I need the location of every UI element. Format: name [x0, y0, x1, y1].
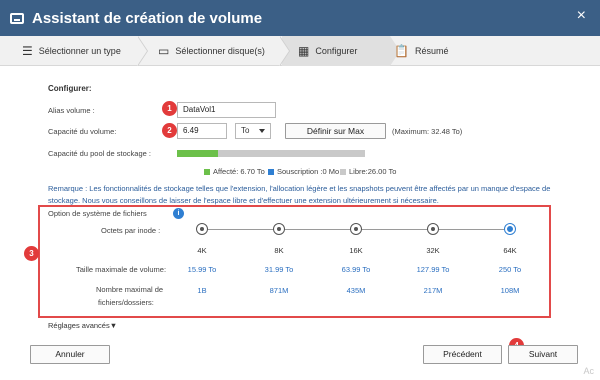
close-icon[interactable]: × — [577, 8, 586, 24]
radio-inode-4k[interactable] — [196, 223, 208, 235]
set-max-button[interactable]: Définir sur Max — [285, 123, 386, 139]
legend-label: Souscription :0 Mo — [277, 167, 340, 176]
inode-value: 64K — [503, 246, 517, 255]
max-volume-value: 31.99 To — [264, 265, 294, 274]
inode-value: 4K — [197, 246, 207, 255]
step-label: Sélectionner disque(s) — [175, 46, 265, 56]
max-volume-value: 127.99 To — [416, 265, 450, 274]
max-files-value: 1B — [197, 286, 207, 295]
legend-free: Libre:26.00 To — [340, 167, 396, 176]
cancel-button[interactable]: Annuler — [30, 345, 110, 364]
capacity-label: Capacité du volume: — [48, 127, 117, 136]
callout-badge-1: 1 — [162, 101, 177, 116]
advanced-settings-toggle[interactable]: Réglages avancés▼ — [48, 321, 117, 330]
step-select-type: ☰ Sélectionner un type — [22, 36, 121, 66]
max-volume-value: 15.99 To — [187, 265, 217, 274]
callout-badge-2: 2 — [162, 123, 177, 138]
inode-value: 16K — [349, 246, 363, 255]
max-files-value: 435M — [346, 286, 366, 295]
clipboard-icon: 📋 — [394, 44, 409, 58]
step-configure: ▦ Configurer — [282, 36, 390, 66]
unit-select[interactable]: To — [235, 123, 271, 139]
max-volume-label: Taille maximale de volume: — [76, 265, 167, 274]
capacity-input[interactable]: 6.49 — [177, 123, 227, 139]
radio-inode-64k[interactable] — [504, 223, 516, 235]
max-files-label-2: fichiers/dossiers: — [98, 298, 154, 307]
legend-label: Affecté: 6.70 To — [213, 167, 265, 176]
max-files-value: 217M — [423, 286, 443, 295]
step-label: Sélectionner un type — [38, 46, 121, 56]
legend-swatch — [204, 168, 210, 175]
step-select-disks: ▭ Sélectionner disque(s) — [158, 36, 265, 66]
watermark: Ac — [583, 366, 594, 376]
inode-value: 8K — [274, 246, 284, 255]
unit-value: To — [241, 126, 250, 135]
pool-capacity-bar — [177, 150, 365, 157]
legend-swatch — [340, 168, 346, 175]
radio-inode-16k[interactable] — [350, 223, 362, 235]
legend-subscription: Souscription :0 Mo — [268, 167, 339, 176]
max-files-value: 871M — [269, 286, 289, 295]
filesystem-option-label: Option de système de fichiers — [48, 209, 147, 218]
pool-capacity-label: Capacité du pool de stockage : — [48, 149, 151, 158]
maximum-text: (Maximum: 32.48 To) — [392, 127, 463, 136]
max-volume-value: 250 To — [498, 265, 522, 274]
legend-swatch — [268, 168, 274, 175]
step-label: Configurer — [315, 46, 358, 56]
next-button[interactable]: Suivant — [508, 345, 578, 364]
max-files-value: 108M — [500, 286, 520, 295]
list-icon: ☰ — [22, 44, 33, 58]
radio-inode-32k[interactable] — [427, 223, 439, 235]
table-icon: ▦ — [298, 44, 310, 58]
volume-icon — [10, 12, 24, 24]
inode-value: 32K — [426, 246, 440, 255]
window-titlebar: Assistant de création de volume × — [0, 0, 600, 36]
remark-text: Remarque : Les fonctionnalités de stocka… — [48, 184, 551, 205]
pool-used-fill — [177, 150, 219, 157]
max-volume-value: 63.99 To — [341, 265, 371, 274]
step-label: Résumé — [414, 46, 449, 56]
chevron-down-icon — [259, 129, 265, 133]
window-title: Assistant de création de volume — [32, 9, 263, 27]
wizard-steps: ☰ Sélectionner un type ▭ Sélectionner di… — [0, 36, 600, 66]
radio-inode-8k[interactable] — [273, 223, 285, 235]
section-title: Configurer: — [48, 84, 92, 93]
info-icon[interactable]: i — [173, 208, 184, 219]
step-summary: 📋 Résumé — [394, 36, 448, 66]
max-files-label: Nombre maximal de — [96, 285, 164, 294]
inode-label: Octets par inode : — [101, 226, 161, 235]
callout-badge-3: 3 — [24, 246, 39, 261]
alias-input[interactable]: DataVol1 — [177, 102, 276, 118]
disk-icon: ▭ — [158, 44, 170, 58]
alias-label: Alias volume : — [48, 106, 95, 115]
legend-allocated: Affecté: 6.70 To — [204, 167, 265, 176]
legend-label: Libre:26.00 To — [349, 167, 397, 176]
previous-button[interactable]: Précédent — [423, 345, 502, 364]
